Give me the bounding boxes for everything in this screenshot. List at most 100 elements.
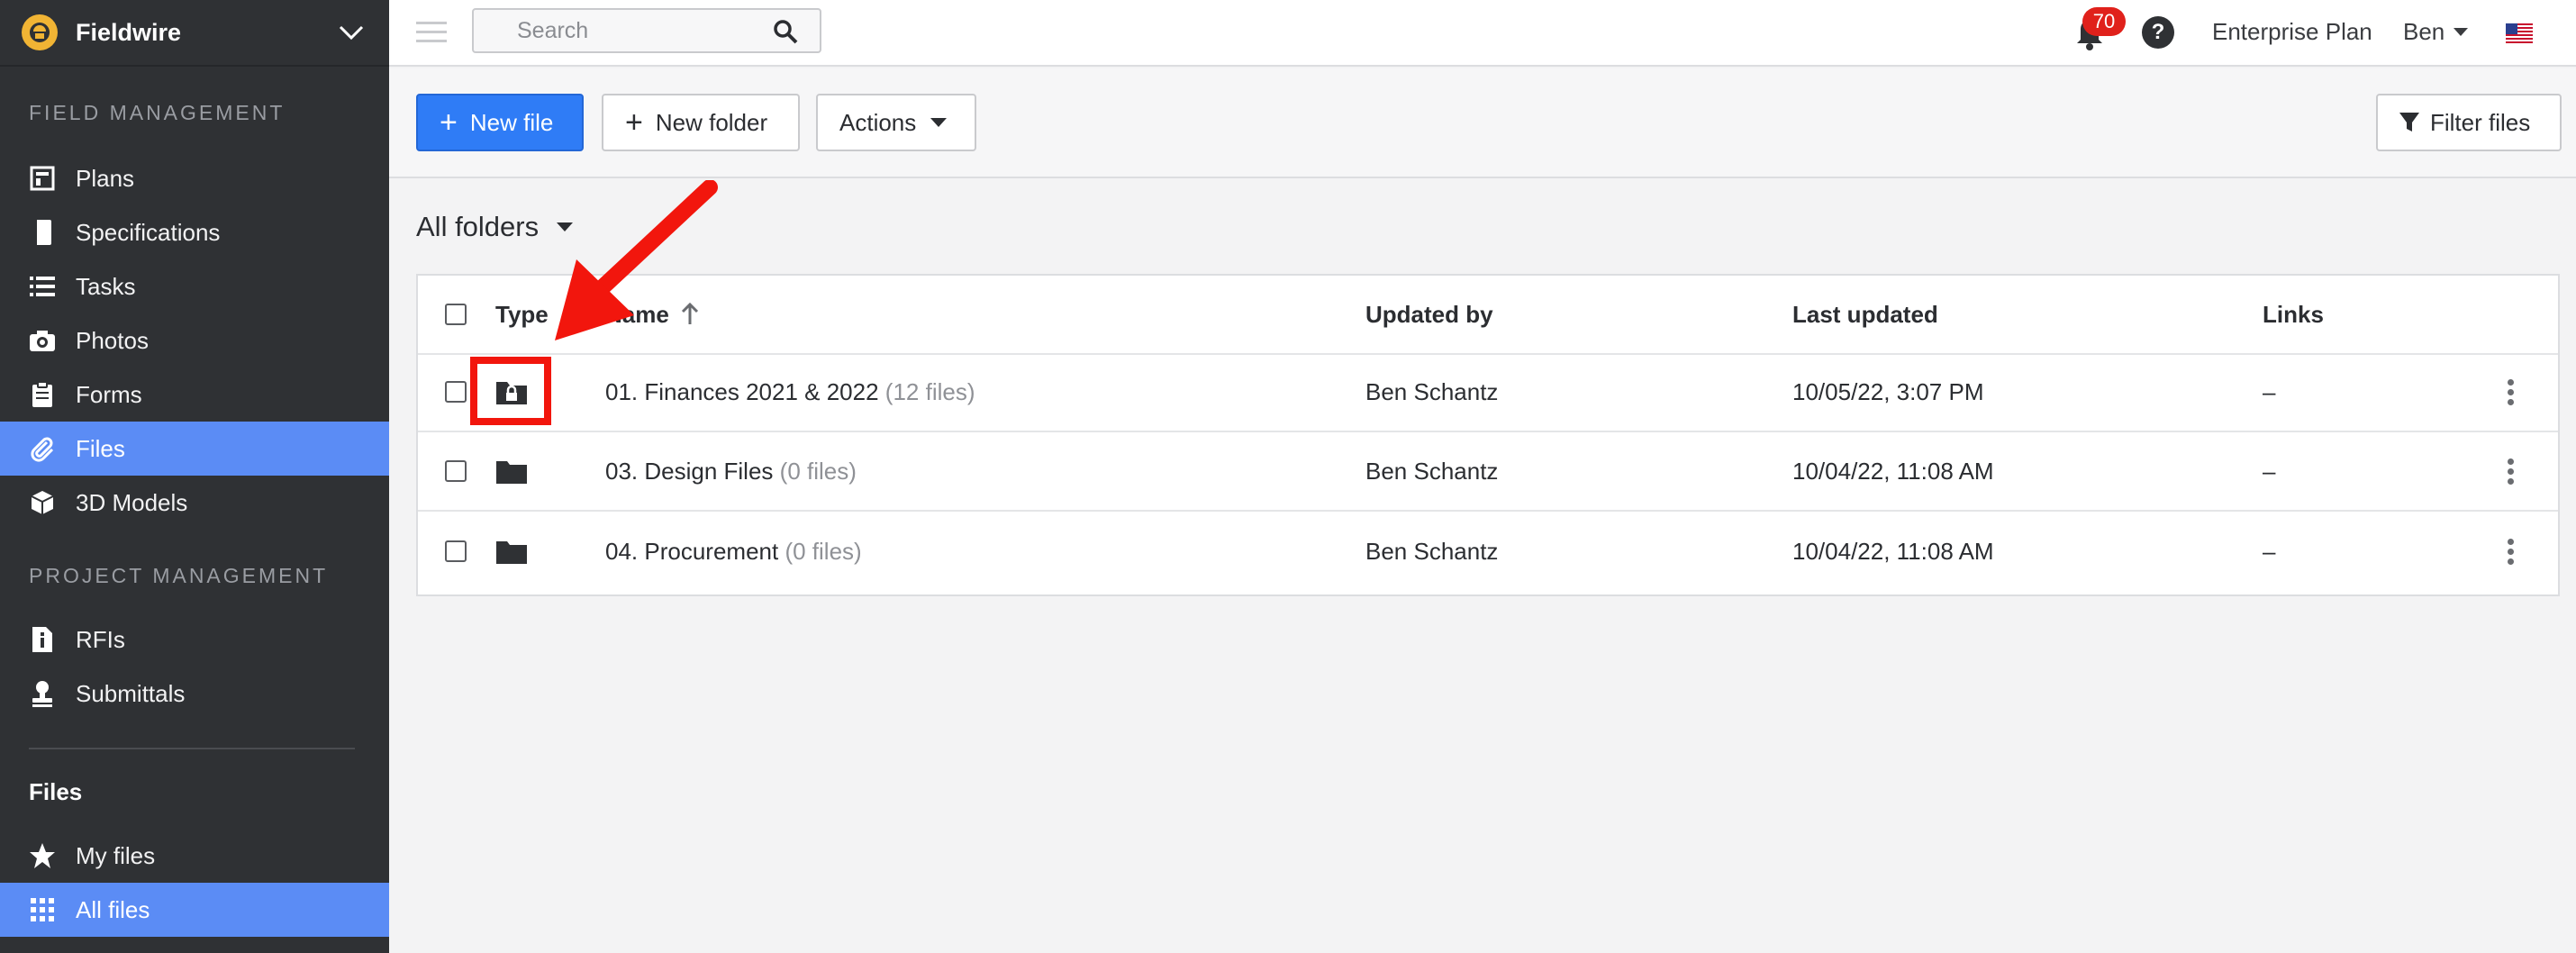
sidebar-item-photos[interactable]: Photos bbox=[0, 313, 389, 368]
sidebar-item-label: RFIs bbox=[76, 625, 125, 653]
sidebar: Fieldwire FIELD MANAGEMENT Plans Specifi… bbox=[0, 0, 389, 953]
brand-name: Fieldwire bbox=[76, 18, 182, 46]
folder-icon bbox=[496, 541, 527, 564]
links-cell: – bbox=[2263, 457, 2276, 485]
sidebar-item-all-files[interactable]: All files bbox=[0, 883, 389, 937]
column-updated-by[interactable]: Updated by bbox=[1365, 301, 1493, 329]
grid-icon bbox=[27, 894, 58, 925]
sidebar-item-tasks[interactable]: Tasks bbox=[0, 259, 389, 313]
hamburger-menu-icon[interactable] bbox=[416, 20, 447, 45]
annotation-highlight-box bbox=[470, 357, 551, 425]
row-checkbox[interactable] bbox=[445, 540, 467, 562]
us-flag-icon[interactable] bbox=[2506, 23, 2533, 43]
more-options-icon[interactable] bbox=[2508, 455, 2515, 488]
sidebar-item-plans[interactable]: Plans bbox=[0, 151, 389, 205]
clipboard-icon bbox=[27, 379, 58, 410]
user-name: Ben bbox=[2403, 18, 2445, 45]
last-updated-cell: 10/05/22, 3:07 PM bbox=[1792, 377, 1984, 405]
new-folder-label: New folder bbox=[655, 108, 768, 136]
updated-by-cell: Ben Schantz bbox=[1365, 457, 1499, 485]
updated-by-cell: Ben Schantz bbox=[1365, 537, 1499, 565]
table-row[interactable]: 04. Procurement (0 files) Ben Schantz 10… bbox=[418, 512, 2558, 591]
row-checkbox[interactable] bbox=[445, 381, 467, 403]
sidebar-item-label: All files bbox=[76, 895, 150, 923]
sidebar-item-label: Specifications bbox=[76, 218, 221, 246]
search-input[interactable] bbox=[517, 10, 787, 51]
cube-icon bbox=[27, 487, 58, 518]
files-heading: Files bbox=[29, 778, 83, 805]
user-menu[interactable]: Ben bbox=[2403, 18, 2469, 46]
column-links[interactable]: Links bbox=[2263, 301, 2324, 329]
chevron-down-icon[interactable] bbox=[335, 16, 367, 49]
last-updated-cell: 10/04/22, 11:08 AM bbox=[1792, 457, 1994, 485]
toolbar: + New file + New folder Actions Filter f… bbox=[389, 68, 2576, 178]
folder-name-text: 04. Procurement bbox=[605, 537, 779, 565]
row-checkbox[interactable] bbox=[445, 460, 467, 482]
actions-label: Actions bbox=[839, 108, 917, 136]
caret-down-icon bbox=[930, 118, 948, 127]
stamp-icon bbox=[27, 678, 58, 709]
new-file-button[interactable]: + New file bbox=[416, 94, 584, 151]
top-bar: 70 ? Enterprise Plan Ben bbox=[389, 0, 2576, 67]
star-icon bbox=[27, 840, 58, 871]
filter-files-button[interactable]: Filter files bbox=[2376, 94, 2562, 151]
section-field-management: FIELD MANAGEMENT bbox=[29, 101, 286, 124]
plan-label[interactable]: Enterprise Plan bbox=[2212, 18, 2372, 46]
file-count: (0 files) bbox=[779, 457, 857, 485]
more-options-icon[interactable] bbox=[2508, 535, 2515, 568]
caret-down-icon bbox=[2454, 28, 2469, 36]
sidebar-item-label: Plans bbox=[76, 164, 135, 192]
sidebar-item-label: My files bbox=[76, 841, 156, 869]
section-project-management: PROJECT MANAGEMENT bbox=[29, 564, 329, 587]
table-row[interactable]: 03. Design Files (0 files) Ben Schantz 1… bbox=[418, 432, 2558, 512]
column-last-updated[interactable]: Last updated bbox=[1792, 301, 1938, 329]
table-row[interactable]: 01. Finances 2021 & 2022 (12 files) Ben … bbox=[418, 353, 2558, 432]
table-header-row: Type Name Updated by Last updated Links bbox=[418, 276, 2558, 355]
search-box bbox=[472, 8, 821, 53]
sidebar-item-submittals[interactable]: Submittals bbox=[0, 667, 389, 721]
sidebar-item-forms[interactable]: Forms bbox=[0, 368, 389, 422]
folder-name[interactable]: 01. Finances 2021 & 2022 (12 files) bbox=[605, 378, 975, 406]
more-options-icon[interactable] bbox=[2508, 376, 2515, 409]
new-folder-button[interactable]: + New folder bbox=[602, 94, 800, 151]
folder-name[interactable]: 03. Design Files (0 files) bbox=[605, 458, 857, 486]
search-icon[interactable] bbox=[773, 19, 798, 44]
sidebar-item-files[interactable]: Files bbox=[0, 422, 389, 476]
list-icon bbox=[27, 271, 58, 302]
sidebar-item-specifications[interactable]: Specifications bbox=[0, 205, 389, 259]
camera-icon bbox=[27, 325, 58, 356]
plus-icon: + bbox=[625, 105, 643, 140]
links-cell: – bbox=[2263, 377, 2276, 405]
sidebar-item-label: Tasks bbox=[76, 272, 136, 300]
updated-by-cell: Ben Schantz bbox=[1365, 377, 1499, 405]
last-updated-cell: 10/04/22, 11:08 AM bbox=[1792, 537, 1994, 565]
annotation-arrow-icon bbox=[555, 180, 718, 340]
sidebar-item-label: Files bbox=[76, 434, 125, 462]
links-cell: – bbox=[2263, 537, 2276, 565]
sidebar-item-label: Forms bbox=[76, 380, 142, 408]
new-file-label: New file bbox=[469, 108, 554, 136]
document-info-icon bbox=[27, 624, 58, 655]
sidebar-item-rfis[interactable]: RFIs bbox=[0, 613, 389, 667]
files-table: Type Name Updated by Last updated Links … bbox=[416, 274, 2560, 596]
book-icon bbox=[27, 217, 58, 248]
sidebar-item-label: Photos bbox=[76, 326, 149, 354]
file-count: (12 files) bbox=[884, 377, 975, 405]
breadcrumb-label: All folders bbox=[416, 211, 540, 242]
select-all-checkbox[interactable] bbox=[445, 304, 467, 325]
plus-icon: + bbox=[440, 105, 458, 140]
actions-dropdown-button[interactable]: Actions bbox=[816, 94, 976, 151]
brand-header[interactable]: Fieldwire bbox=[0, 0, 389, 67]
filter-files-label: Filter files bbox=[2430, 108, 2531, 136]
folder-icon bbox=[496, 461, 527, 484]
folder-name-text: 03. Design Files bbox=[605, 457, 774, 485]
file-count: (0 files) bbox=[785, 537, 862, 565]
help-icon[interactable]: ? bbox=[2142, 16, 2174, 49]
sidebar-item-3d-models[interactable]: 3D Models bbox=[0, 476, 389, 530]
notification-count-badge: 70 bbox=[2082, 7, 2126, 36]
folder-name-text: 01. Finances 2021 & 2022 bbox=[605, 377, 879, 405]
filter-icon bbox=[2399, 113, 2419, 132]
folder-name[interactable]: 04. Procurement (0 files) bbox=[605, 538, 862, 566]
sidebar-item-label: Submittals bbox=[76, 679, 186, 707]
sidebar-item-my-files[interactable]: My files bbox=[0, 829, 389, 883]
